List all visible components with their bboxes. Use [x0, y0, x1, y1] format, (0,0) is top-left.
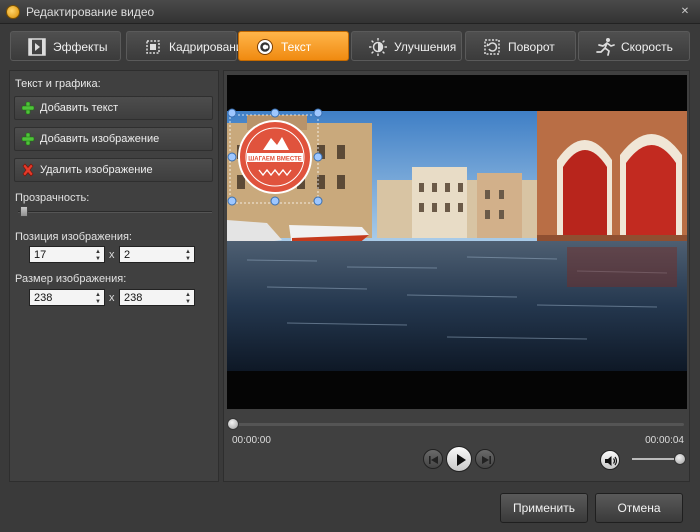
text-icon [257, 39, 273, 55]
position-y-value: 2 [124, 249, 131, 261]
tab-crop[interactable]: Кадрирование [126, 31, 249, 61]
seek-thumb[interactable] [227, 418, 239, 430]
tab-enhance[interactable]: Улучшения [351, 31, 462, 61]
spin-up-icon[interactable]: ▲ [185, 249, 191, 255]
text-graphics-panel: Текст и графика: Добавить текст Добавить… [9, 70, 219, 482]
tab-label: Эффекты [53, 40, 108, 54]
position-x-input[interactable]: 17 ▲ ▼ [29, 246, 105, 263]
size-height-input[interactable]: 238 ▲ ▼ [119, 289, 195, 306]
spin-down-icon[interactable]: ▼ [95, 299, 101, 305]
position-y-input[interactable]: 2 ▲ ▼ [119, 246, 195, 263]
opacity-label: Прозрачность: [15, 192, 90, 204]
volume-button[interactable] [600, 450, 620, 470]
times-sign: x [109, 249, 115, 261]
speaker-icon [605, 456, 618, 466]
size-width-input[interactable]: 238 ▲ ▼ [29, 289, 105, 306]
cancel-button[interactable]: Отмена [595, 493, 683, 523]
logo-text: ШАГАЕМ ВМЕСТЕ [248, 157, 302, 163]
add-text-button[interactable]: Добавить текст [14, 96, 213, 120]
spin-up-icon[interactable]: ▲ [185, 292, 191, 298]
brightness-icon [369, 38, 387, 56]
crop-icon [146, 40, 160, 54]
spin-down-icon[interactable]: ▼ [185, 299, 191, 305]
speed-icon [596, 38, 615, 56]
tab-bar: Эффекты Кадрирование Текст Улучшения Пов… [10, 31, 690, 63]
add-image-label: Добавить изображение [40, 133, 160, 145]
position-x-value: 17 [34, 249, 47, 261]
total-time: 00:00:04 [645, 435, 684, 446]
plus-icon [21, 101, 35, 115]
position-label: Позиция изображения: [15, 231, 132, 243]
volume-slider-thumb[interactable] [674, 453, 686, 465]
plus-icon [21, 132, 35, 146]
add-text-label: Добавить текст [40, 102, 119, 114]
opacity-slider-track[interactable] [18, 211, 212, 213]
apply-button[interactable]: Применить [500, 493, 588, 523]
play-icon [457, 454, 466, 466]
spin-down-icon[interactable]: ▼ [95, 256, 101, 262]
window-title: Редактирование видео [26, 5, 155, 19]
video-preview[interactable]: ШАГАЕМ ВМЕСТЕ [227, 75, 687, 409]
spin-up-icon[interactable]: ▲ [95, 292, 101, 298]
tab-effects[interactable]: Эффекты [10, 31, 121, 61]
add-image-button[interactable]: Добавить изображение [14, 127, 213, 151]
tab-speed[interactable]: Скорость [578, 31, 690, 61]
current-time: 00:00:00 [232, 435, 271, 446]
play-button[interactable] [446, 446, 472, 472]
app-icon [6, 5, 20, 19]
size-label: Размер изображения: [15, 273, 127, 285]
size-height-value: 238 [124, 292, 143, 304]
tab-label: Поворот [508, 40, 555, 54]
seek-bar[interactable] [232, 423, 684, 426]
delete-icon [22, 163, 34, 177]
spin-up-icon[interactable]: ▲ [95, 249, 101, 255]
forward-button[interactable] [475, 449, 495, 469]
tab-label: Скорость [621, 40, 673, 54]
tab-label: Улучшения [394, 40, 457, 54]
rotate-icon [484, 39, 500, 55]
effects-icon [28, 38, 46, 56]
delete-image-button[interactable]: Удалить изображение [14, 158, 213, 182]
delete-image-label: Удалить изображение [40, 164, 153, 176]
title-bar: Редактирование видео ✕ [0, 0, 700, 24]
section-title: Текст и графика: [15, 78, 101, 90]
opacity-slider-thumb[interactable] [20, 206, 28, 217]
rewind-icon [429, 456, 438, 464]
spin-down-icon[interactable]: ▼ [185, 256, 191, 262]
tab-label: Текст [281, 40, 312, 54]
forward-icon [482, 456, 491, 464]
tab-text[interactable]: Текст [238, 31, 349, 61]
video-frame: ШАГАЕМ ВМЕСТЕ [227, 75, 687, 409]
tab-rotate[interactable]: Поворот [465, 31, 576, 61]
times-sign: x [109, 292, 115, 304]
preview-panel: ШАГАЕМ ВМЕСТЕ 00:00:00 00:00:04 [223, 70, 690, 482]
size-width-value: 238 [34, 292, 53, 304]
close-icon[interactable]: ✕ [676, 4, 694, 20]
rewind-button[interactable] [423, 449, 443, 469]
